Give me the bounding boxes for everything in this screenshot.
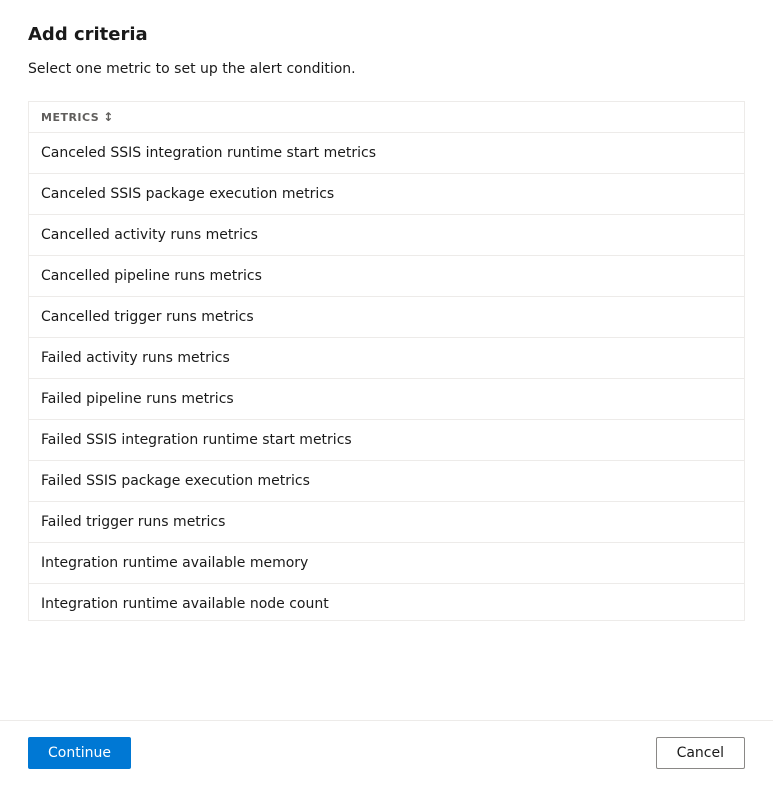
- cancel-button[interactable]: Cancel: [656, 737, 745, 769]
- list-item[interactable]: Canceled SSIS package execution metrics: [29, 174, 744, 215]
- dialog-footer: Continue Cancel: [0, 720, 773, 785]
- dialog-subtitle: Select one metric to set up the alert co…: [28, 61, 745, 77]
- continue-button[interactable]: Continue: [28, 737, 131, 769]
- list-item[interactable]: Cancelled pipeline runs metrics: [29, 256, 744, 297]
- list-item[interactable]: Failed pipeline runs metrics: [29, 379, 744, 420]
- metrics-header-label: METRICS: [41, 111, 99, 124]
- list-item[interactable]: Integration runtime available memory: [29, 543, 744, 584]
- dialog-title: Add criteria: [28, 24, 745, 45]
- add-criteria-dialog: Add criteria Select one metric to set up…: [0, 0, 773, 785]
- list-item[interactable]: Failed trigger runs metrics: [29, 502, 744, 543]
- list-item[interactable]: Failed activity runs metrics: [29, 338, 744, 379]
- list-item[interactable]: Cancelled activity runs metrics: [29, 215, 744, 256]
- list-item[interactable]: Canceled SSIS integration runtime start …: [29, 133, 744, 174]
- metrics-list-container[interactable]: METRICS ↕ Canceled SSIS integration runt…: [28, 101, 745, 621]
- list-item[interactable]: Failed SSIS integration runtime start me…: [29, 420, 744, 461]
- sort-icon[interactable]: ↕: [103, 110, 114, 124]
- dialog-content: Add criteria Select one metric to set up…: [0, 0, 773, 720]
- list-item[interactable]: Failed SSIS package execution metrics: [29, 461, 744, 502]
- metrics-header: METRICS ↕: [29, 102, 744, 133]
- list-item[interactable]: Cancelled trigger runs metrics: [29, 297, 744, 338]
- metrics-list: Canceled SSIS integration runtime start …: [29, 133, 744, 621]
- list-item[interactable]: Integration runtime available node count: [29, 584, 744, 621]
